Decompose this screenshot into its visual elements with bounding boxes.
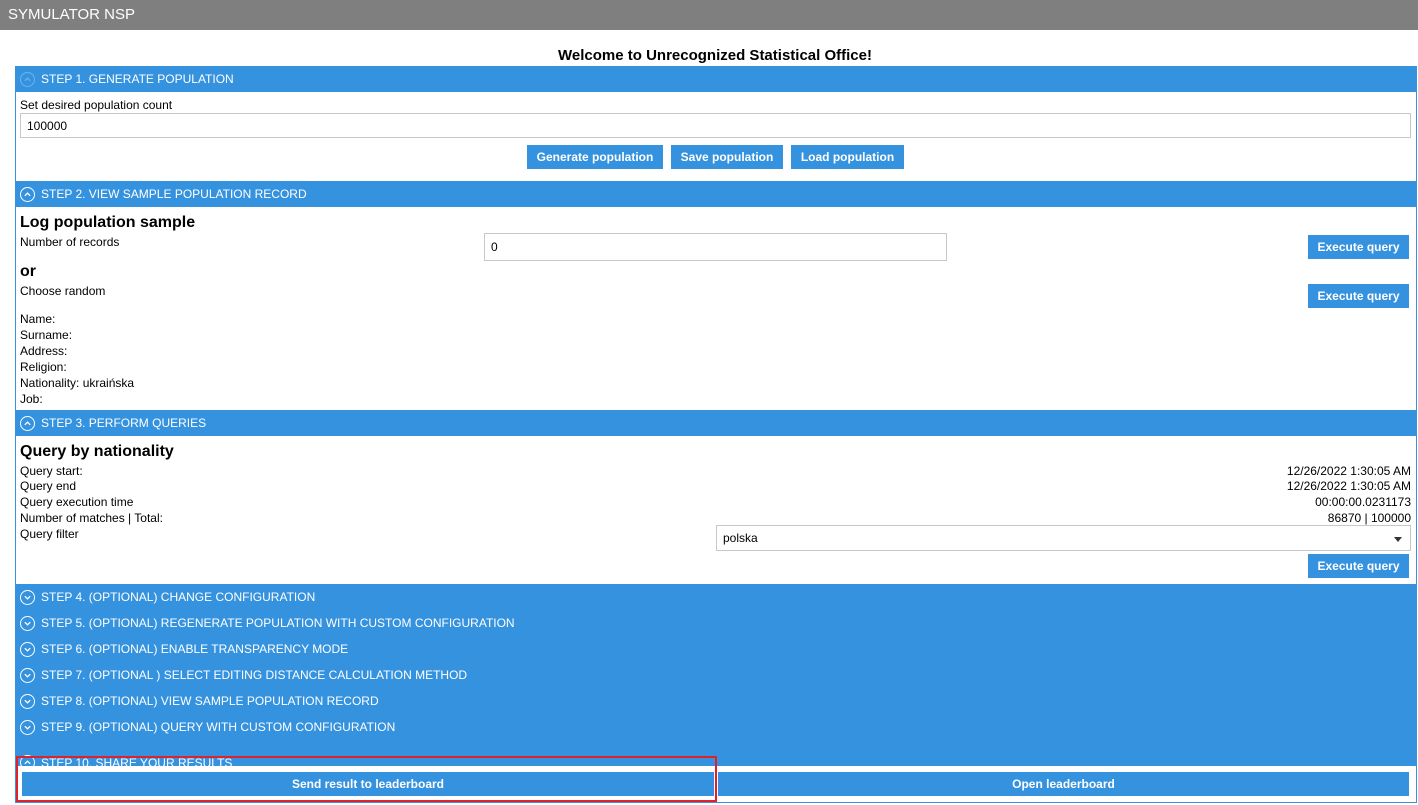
step2-title: STEP 2. VIEW SAMPLE POPULATION RECORD	[41, 187, 307, 201]
query-filter-value: polska	[723, 531, 758, 545]
welcome-heading: Welcome to Unrecognized Statistical Offi…	[558, 47, 872, 64]
step1-title: STEP 1. GENERATE POPULATION	[41, 72, 234, 86]
step7-title: STEP 7. (OPTIONAL ) SELECT EDITING DISTA…	[41, 668, 468, 682]
chevron-up-icon	[20, 415, 35, 431]
step5-header[interactable]: STEP 5. (OPTIONAL) REGENERATE POPULATION…	[16, 610, 1417, 636]
log-sample-title: Log population sample	[20, 214, 196, 231]
dropdown-arrow-icon	[1394, 531, 1402, 545]
matches-label: Number of matches | Total:	[20, 511, 163, 525]
record-religion: Religion:	[20, 360, 67, 374]
chevron-down-icon	[20, 589, 35, 605]
query-filter-label: Query filter	[20, 527, 79, 541]
or-label: or	[20, 263, 36, 280]
chevron-up-icon	[20, 71, 35, 87]
step2-header[interactable]: STEP 2. VIEW SAMPLE POPULATION RECORD	[16, 181, 1417, 207]
step6-title: STEP 6. (OPTIONAL) ENABLE TRANSPARENCY M…	[41, 642, 349, 656]
step1-header[interactable]: STEP 1. GENERATE POPULATION	[16, 66, 1417, 92]
execute-records-query-button[interactable]: Execute query	[1308, 235, 1409, 259]
send-to-leaderboard-button[interactable]: Send result to leaderboard	[22, 772, 714, 796]
execute-random-query-button[interactable]: Execute query	[1308, 284, 1409, 308]
number-of-records-label: Number of records	[20, 235, 120, 249]
step4-title: STEP 4. (OPTIONAL) CHANGE CONFIGURATION	[41, 590, 316, 604]
step5-title: STEP 5. (OPTIONAL) REGENERATE POPULATION…	[41, 616, 515, 630]
step3-header[interactable]: STEP 3. PERFORM QUERIES	[16, 410, 1417, 436]
chevron-down-icon	[20, 615, 35, 631]
execution-time-value: 00:00:00.0231173	[1315, 495, 1411, 509]
population-count-input[interactable]: 100000	[20, 113, 1411, 138]
chevron-up-icon	[20, 755, 35, 766]
query-end-label: Query end	[20, 479, 77, 493]
chevron-down-icon	[20, 719, 35, 735]
open-leaderboard-button[interactable]: Open leaderboard	[718, 772, 1409, 796]
query-filter-select[interactable]: polska	[716, 525, 1411, 551]
window-title: SYMULATOR NSP	[0, 0, 1418, 30]
step6-header[interactable]: STEP 6. (OPTIONAL) ENABLE TRANSPARENCY M…	[16, 636, 1417, 662]
matches-value: 86870 | 100000	[1327, 511, 1411, 525]
load-population-button[interactable]: Load population	[791, 145, 904, 169]
query-by-nationality-title: Query by nationality	[20, 443, 174, 460]
record-name: Name:	[20, 312, 56, 326]
step7-header[interactable]: STEP 7. (OPTIONAL ) SELECT EDITING DISTA…	[16, 662, 1417, 688]
number-of-records-input[interactable]: 0	[484, 233, 947, 261]
query-end-value: 12/26/2022 1:30:05 AM	[1286, 479, 1411, 493]
query-start-label: Query start:	[20, 464, 83, 478]
population-count-label: Set desired population count	[20, 98, 173, 112]
step8-header[interactable]: STEP 8. (OPTIONAL) VIEW SAMPLE POPULATIO…	[16, 688, 1417, 714]
step10-header[interactable]: STEP 10. SHARE YOUR RESULTS	[16, 740, 1417, 766]
step9-header[interactable]: STEP 9. (OPTIONAL) QUERY WITH CUSTOM CON…	[16, 714, 1417, 740]
chevron-up-icon	[20, 186, 35, 202]
execution-time-label: Query execution time	[20, 495, 134, 509]
step4-header[interactable]: STEP 4. (OPTIONAL) CHANGE CONFIGURATION	[16, 584, 1417, 610]
step9-title: STEP 9. (OPTIONAL) QUERY WITH CUSTOM CON…	[41, 720, 396, 734]
save-population-button[interactable]: Save population	[671, 145, 783, 169]
step3-title: STEP 3. PERFORM QUERIES	[41, 416, 207, 430]
step10-title: STEP 10. SHARE YOUR RESULTS	[41, 756, 233, 766]
generate-population-button[interactable]: Generate population	[527, 145, 663, 169]
record-job: Job:	[20, 392, 43, 406]
record-address: Address:	[20, 344, 68, 358]
step8-title: STEP 8. (OPTIONAL) VIEW SAMPLE POPULATIO…	[41, 694, 379, 708]
record-nationality: Nationality: ukraińska	[20, 376, 135, 390]
record-surname: Surname:	[20, 328, 73, 342]
chevron-down-icon	[20, 667, 35, 683]
execute-nationality-query-button[interactable]: Execute query	[1308, 554, 1409, 578]
chevron-down-icon	[20, 641, 35, 657]
query-start-value: 12/26/2022 1:30:05 AM	[1286, 464, 1411, 478]
chevron-down-icon	[20, 693, 35, 709]
choose-random-label: Choose random	[20, 284, 106, 298]
